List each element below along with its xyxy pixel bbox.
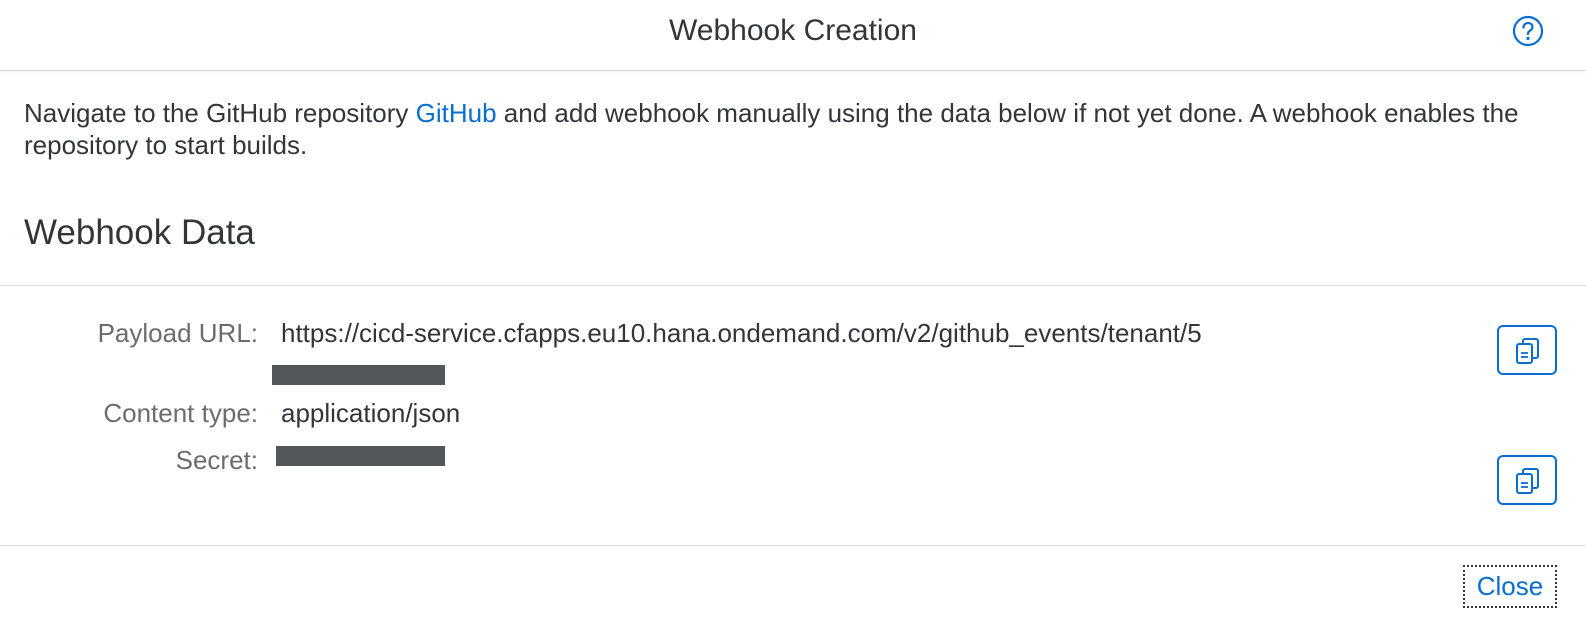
footer-divider	[0, 545, 1586, 546]
payload-url-redaction	[272, 365, 445, 385]
copy-icon	[1516, 468, 1539, 494]
secret-label: Secret:	[175, 445, 258, 475]
dialog-header: Webhook Creation	[0, 0, 1586, 71]
secret-redaction	[276, 446, 445, 466]
payload-url-value: https://cicd-service.cfapps.eu10.hana.on…	[281, 318, 1202, 348]
section-divider	[0, 285, 1586, 286]
intro-text: Navigate to the GitHub repository GitHub…	[24, 97, 1554, 161]
close-button[interactable]: Close	[1463, 565, 1557, 608]
help-circle-icon	[1512, 15, 1544, 47]
copy-payload-url-button[interactable]	[1497, 325, 1557, 375]
content-type-value: application/json	[281, 398, 461, 428]
help-button[interactable]	[1512, 15, 1544, 47]
webhook-creation-dialog: Webhook Creation Navigate to the GitHub …	[0, 0, 1586, 618]
dialog-title: Webhook Creation	[669, 14, 917, 47]
copy-icon	[1516, 338, 1539, 364]
intro-text-before: Navigate to the GitHub repository	[24, 98, 416, 128]
content-type-label: Content type:	[103, 398, 258, 428]
payload-url-label: Payload URL:	[97, 318, 258, 348]
github-link[interactable]: GitHub	[416, 98, 497, 128]
section-title: Webhook Data	[24, 213, 255, 252]
copy-secret-button[interactable]	[1497, 455, 1557, 505]
